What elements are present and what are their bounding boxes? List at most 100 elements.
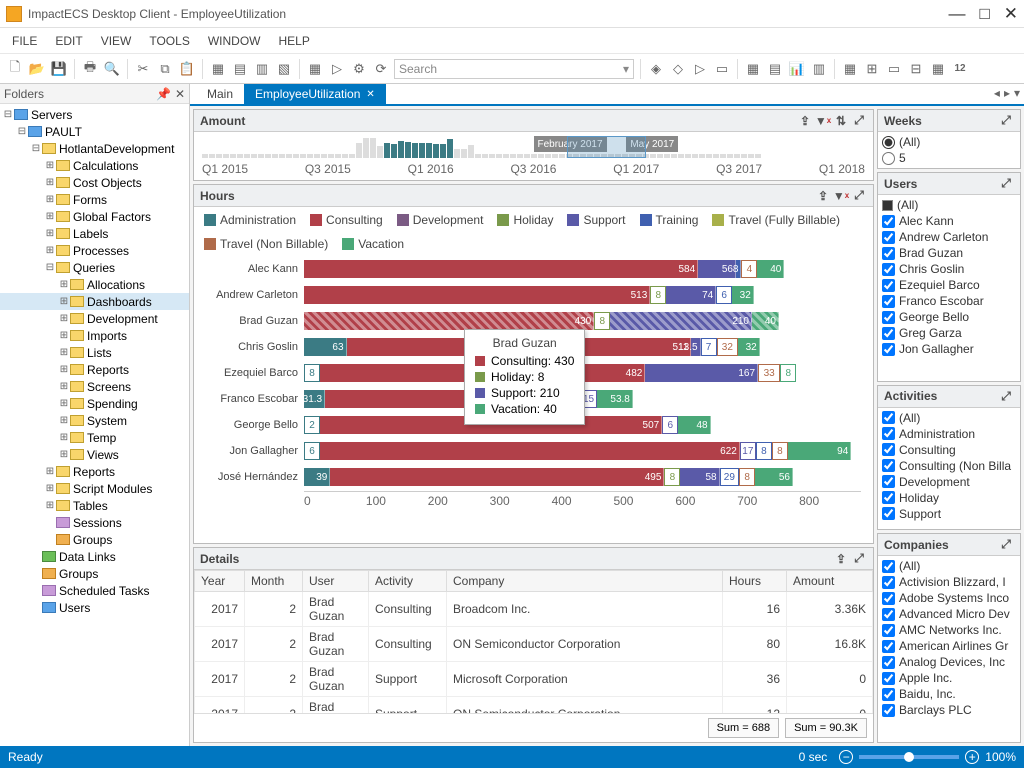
tree-node[interactable]: Sessions bbox=[0, 514, 189, 531]
filter-item[interactable]: Consulting bbox=[878, 442, 1020, 458]
maximize-button[interactable]: □ bbox=[979, 4, 989, 24]
grid-icon[interactable]: ▦ bbox=[306, 60, 324, 78]
legend-item[interactable]: Vacation bbox=[342, 237, 404, 251]
expand-icon[interactable]: ⤢ bbox=[998, 537, 1014, 553]
table-row[interactable]: 20172Brad GuzanConsultingON Semiconducto… bbox=[195, 627, 873, 662]
tree-node[interactable]: ⊞Labels bbox=[0, 225, 189, 242]
tool-icon[interactable]: ▷ bbox=[691, 60, 709, 78]
export-icon[interactable]: ⇪ bbox=[815, 188, 831, 204]
menu-view[interactable]: VIEW bbox=[101, 34, 132, 48]
nav-right-icon[interactable]: ▸ bbox=[1004, 86, 1010, 100]
filter-icon[interactable]: ▼x bbox=[815, 113, 831, 129]
legend-item[interactable]: Travel (Fully Billable) bbox=[712, 213, 840, 227]
tree-node[interactable]: ⊞Cost Objects bbox=[0, 174, 189, 191]
filter-item[interactable]: Franco Escobar bbox=[878, 293, 1020, 309]
tab-close-icon[interactable]: ✕ bbox=[366, 89, 374, 100]
table-row[interactable]: 20172Brad GuzanSupportMicrosoft Corporat… bbox=[195, 662, 873, 697]
expand-icon[interactable]: ⤢ bbox=[851, 188, 867, 204]
filter-item[interactable]: Analog Devices, Inc bbox=[878, 654, 1020, 670]
filter-item[interactable]: Jon Gallagher bbox=[878, 341, 1020, 357]
tree-node[interactable]: ⊞Reports bbox=[0, 463, 189, 480]
export-icon[interactable]: ⇪ bbox=[833, 551, 849, 567]
tree-node[interactable]: ⊞Views bbox=[0, 446, 189, 463]
filter-item[interactable]: Development bbox=[878, 474, 1020, 490]
zoom-out-button[interactable]: − bbox=[839, 750, 853, 764]
legend-item[interactable]: Support bbox=[567, 213, 625, 227]
tree-node[interactable]: ⊞Processes bbox=[0, 242, 189, 259]
filter-item[interactable]: AMC Networks Inc. bbox=[878, 622, 1020, 638]
tool-icon[interactable]: ▦ bbox=[929, 60, 947, 78]
tool-icon[interactable]: ▥ bbox=[253, 60, 271, 78]
tool-icon[interactable]: 12 bbox=[951, 60, 969, 78]
filter-item[interactable]: (All) bbox=[878, 558, 1020, 574]
filter-item[interactable]: (All) bbox=[878, 410, 1020, 426]
zoom-slider[interactable] bbox=[859, 755, 959, 759]
tree-node[interactable]: ⊞Development bbox=[0, 310, 189, 327]
expand-icon[interactable]: ⤢ bbox=[851, 551, 867, 567]
tree-node[interactable]: ⊞Script Modules bbox=[0, 480, 189, 497]
timeline-selection[interactable] bbox=[567, 136, 647, 158]
filter-item[interactable]: Activision Blizzard, I bbox=[878, 574, 1020, 590]
zoom-in-button[interactable]: + bbox=[965, 750, 979, 764]
tool-icon[interactable]: ▤ bbox=[231, 60, 249, 78]
tree-node[interactable]: ⊞Screens bbox=[0, 378, 189, 395]
chart-row[interactable]: José Hernández3949585829856 bbox=[304, 465, 861, 489]
tree-node[interactable]: ⊞Imports bbox=[0, 327, 189, 344]
tree-node[interactable]: ⊞Tables bbox=[0, 497, 189, 514]
tool-icon[interactable]: ◈ bbox=[647, 60, 665, 78]
tree-node[interactable]: ⊞Calculations bbox=[0, 157, 189, 174]
filter-item[interactable]: Adobe Systems Inco bbox=[878, 590, 1020, 606]
menu-window[interactable]: WINDOW bbox=[208, 34, 261, 48]
tree-node[interactable]: ⊟Queries bbox=[0, 259, 189, 276]
tree-node[interactable]: ⊞Allocations bbox=[0, 276, 189, 293]
tool-icon[interactable]: ▭ bbox=[885, 60, 903, 78]
tool-icon[interactable]: ◇ bbox=[669, 60, 687, 78]
tool-icon[interactable]: ▭ bbox=[713, 60, 731, 78]
expand-icon[interactable]: ⤢ bbox=[998, 113, 1014, 129]
close-panel-icon[interactable]: ✕ bbox=[175, 87, 185, 101]
chart-row[interactable]: Alec Kann584568440 bbox=[304, 257, 861, 281]
filter-item[interactable]: Ezequiel Barco bbox=[878, 277, 1020, 293]
menu-edit[interactable]: EDIT bbox=[55, 34, 82, 48]
save-icon[interactable]: 💾 bbox=[50, 60, 68, 78]
tool-icon[interactable]: ⊟ bbox=[907, 60, 925, 78]
tree-node[interactable]: ⊞Temp bbox=[0, 429, 189, 446]
filter-item[interactable]: American Airlines Gr bbox=[878, 638, 1020, 654]
legend-item[interactable]: Administration bbox=[204, 213, 296, 227]
play-icon[interactable]: ▷ bbox=[328, 60, 346, 78]
folder-tree[interactable]: ⊟Servers⊟PAULT⊟HotlantaDevelopment⊞Calcu… bbox=[0, 104, 189, 746]
tree-node[interactable]: ⊞Global Factors bbox=[0, 208, 189, 225]
print-icon[interactable]: 🖶 bbox=[81, 60, 99, 78]
tree-node[interactable]: Groups bbox=[0, 531, 189, 548]
gear-icon[interactable]: ⚙ bbox=[350, 60, 368, 78]
tab-main[interactable]: Main bbox=[196, 84, 244, 104]
filter-item[interactable]: (All) bbox=[878, 134, 1020, 150]
paste-icon[interactable]: 📋 bbox=[178, 60, 196, 78]
tree-node[interactable]: ⊞System bbox=[0, 412, 189, 429]
tool-icon[interactable]: ▦ bbox=[841, 60, 859, 78]
new-icon[interactable]: 🗋 bbox=[6, 60, 24, 78]
legend-item[interactable]: Travel (Non Billable) bbox=[204, 237, 328, 251]
chart-row[interactable]: Andrew Carleton513874632 bbox=[304, 283, 861, 307]
details-table[interactable]: YearMonthUserActivityCompanyHoursAmount2… bbox=[194, 570, 873, 713]
filter-item[interactable]: Baidu, Inc. bbox=[878, 686, 1020, 702]
expand-icon[interactable]: ⤢ bbox=[851, 113, 867, 129]
cut-icon[interactable]: ✂ bbox=[134, 60, 152, 78]
refresh-icon[interactable]: ⟳ bbox=[372, 60, 390, 78]
legend-item[interactable]: Holiday bbox=[497, 213, 553, 227]
filter-item[interactable]: Administration bbox=[878, 426, 1020, 442]
menu-help[interactable]: HELP bbox=[278, 34, 309, 48]
tool-icon[interactable]: ▦ bbox=[209, 60, 227, 78]
tree-node[interactable]: ⊟HotlantaDevelopment bbox=[0, 140, 189, 157]
tree-node[interactable]: Groups bbox=[0, 565, 189, 582]
filter-item[interactable]: Holiday bbox=[878, 490, 1020, 506]
search-input[interactable]: Search▾ bbox=[394, 59, 634, 79]
filter-item[interactable]: Greg Garza bbox=[878, 325, 1020, 341]
filter-item[interactable]: Apple Inc. bbox=[878, 670, 1020, 686]
filter-icon[interactable]: ▼x bbox=[833, 188, 849, 204]
expand-icon[interactable]: ⤢ bbox=[998, 388, 1014, 404]
tool-icon[interactable]: ▧ bbox=[275, 60, 293, 78]
open-icon[interactable]: 📂 bbox=[28, 60, 46, 78]
filter-item[interactable]: Chris Goslin bbox=[878, 261, 1020, 277]
expand-icon[interactable]: ⤢ bbox=[998, 176, 1014, 192]
